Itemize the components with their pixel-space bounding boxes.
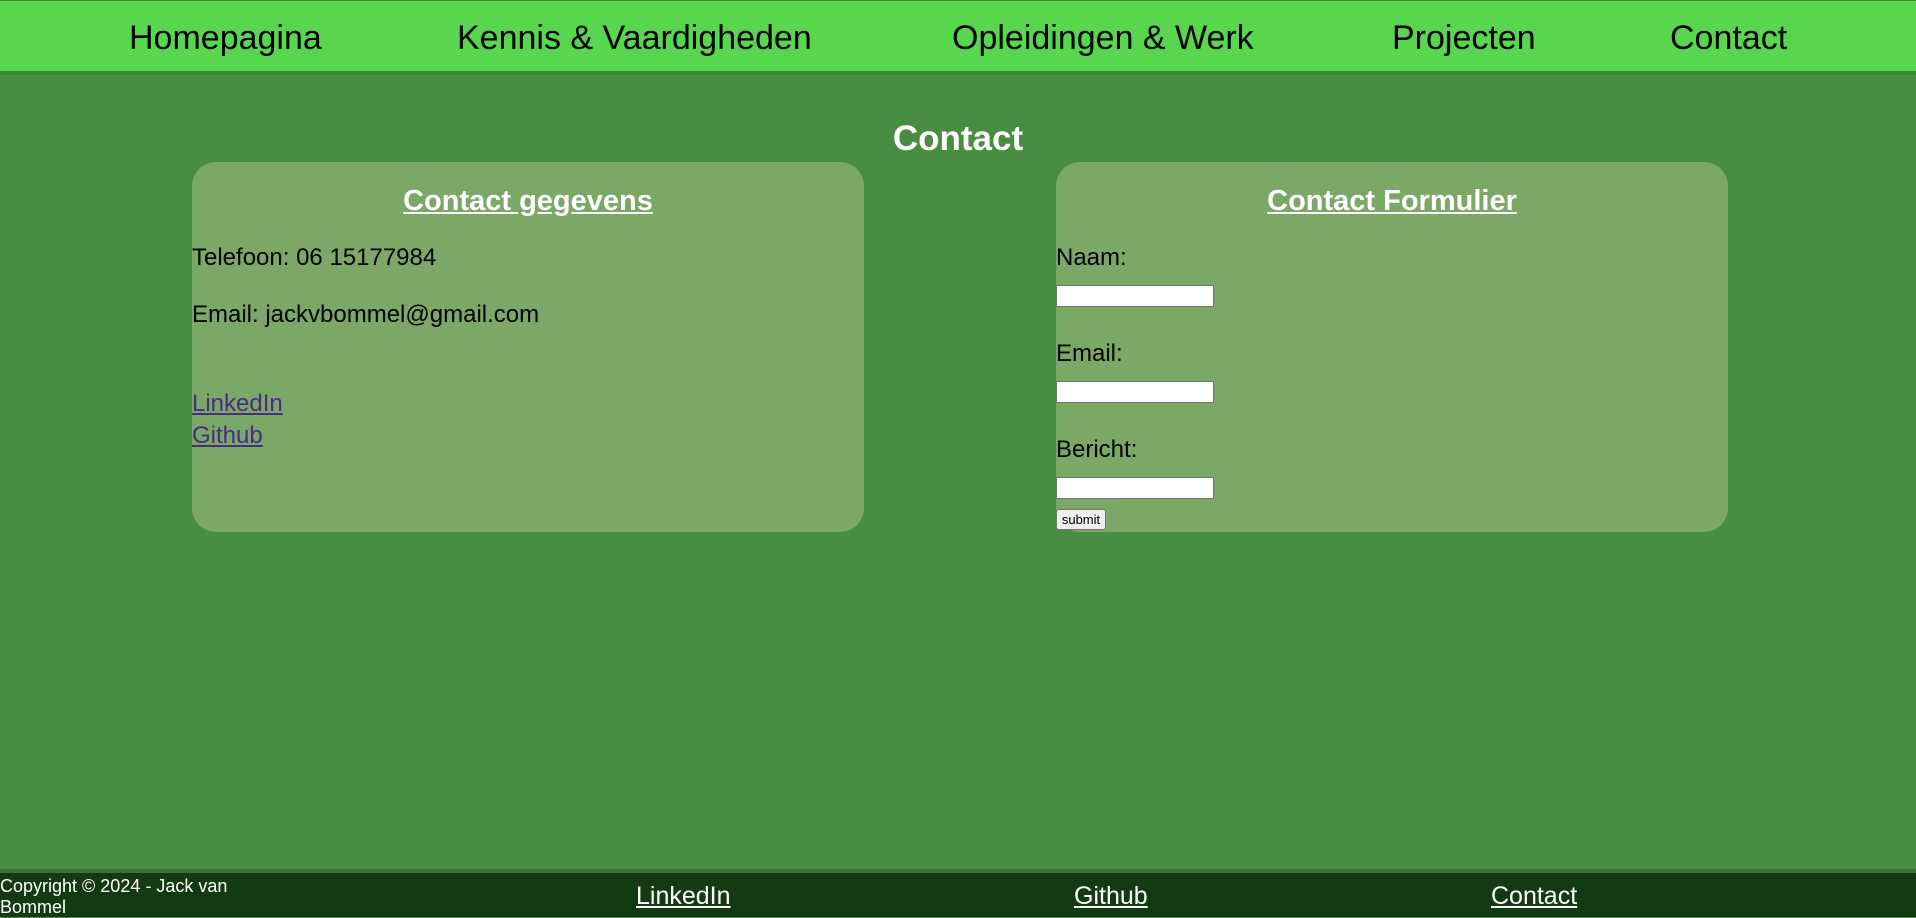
contact-form-heading: Contact Formulier (1267, 185, 1517, 217)
nav-link-opleidingen-werk[interactable]: Opleidingen & Werk (952, 18, 1254, 58)
message-label: Bericht: (1056, 436, 1138, 463)
github-link[interactable]: Github (192, 422, 263, 450)
submit-button[interactable]: submit (1056, 509, 1106, 530)
footer-link-linkedin[interactable]: LinkedIn (636, 882, 731, 910)
nav-link-projecten[interactable]: Projecten (1392, 18, 1536, 58)
contact-form-card: Contact Formulier Naam: Email: Bericht: … (1056, 162, 1728, 532)
contact-details-heading: Contact gegevens (403, 185, 653, 217)
linkedin-link[interactable]: LinkedIn (192, 390, 283, 418)
top-navigation: Homepagina Kennis & Vaardigheden Opleidi… (0, 0, 1916, 75)
nav-link-contact[interactable]: Contact (1670, 18, 1787, 58)
email-input[interactable] (1056, 381, 1214, 403)
name-label: Naam: (1056, 244, 1127, 271)
footer: Copyright © 2024 - Jack van Bommel Linke… (0, 869, 1916, 917)
nav-link-kennis-vaardigheden[interactable]: Kennis & Vaardigheden (457, 18, 812, 58)
nav-link-homepagina[interactable]: Homepagina (129, 18, 322, 58)
contact-details-card: Contact gegevens Telefoon: 06 15177984 E… (192, 162, 864, 532)
email-label: Email: (1056, 340, 1123, 367)
phone-text: Telefoon: 06 15177984 (192, 244, 437, 271)
message-input[interactable] (1056, 477, 1214, 499)
email-text: Email: jackvbommel@gmail.com (192, 301, 540, 328)
name-input[interactable] (1056, 285, 1214, 307)
copyright-text: Copyright © 2024 - Jack van Bommel (0, 876, 228, 917)
footer-link-contact[interactable]: Contact (1491, 882, 1577, 910)
page-title: Contact (892, 119, 1024, 158)
footer-link-github[interactable]: Github (1074, 882, 1148, 910)
